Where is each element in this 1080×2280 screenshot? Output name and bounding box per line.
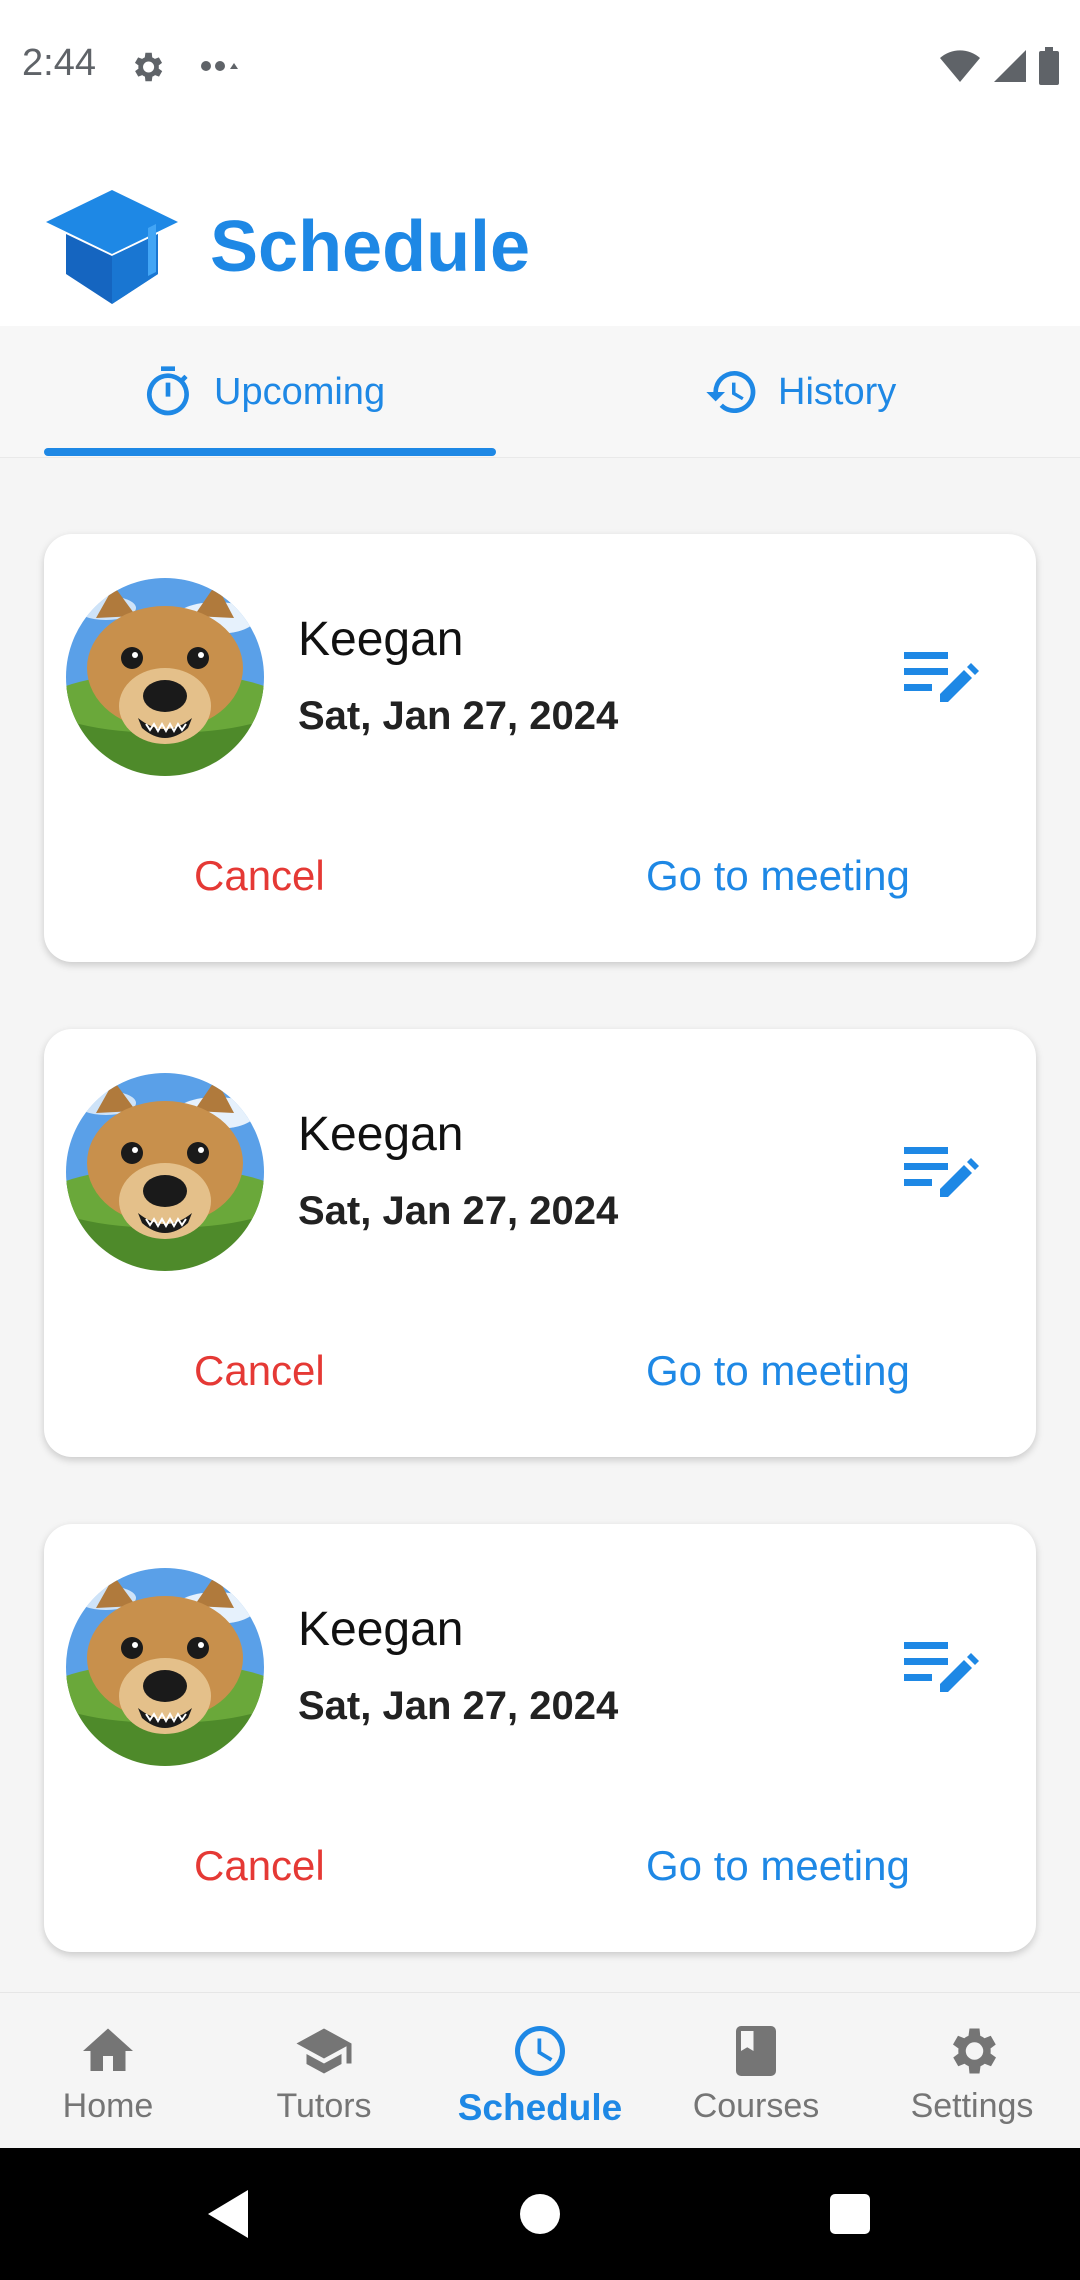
- nav-courses[interactable]: Courses: [648, 1993, 864, 2149]
- nav-settings[interactable]: Settings: [864, 1993, 1080, 2149]
- status-bar: 2:44: [0, 0, 1080, 136]
- tab-history-label: History: [778, 370, 897, 413]
- cancel-button[interactable]: Cancel: [194, 1842, 325, 1890]
- battery-icon: [1039, 47, 1059, 85]
- home-icon: [83, 2028, 133, 2071]
- bottom-nav: Home Tutors Schedule Courses Settings: [0, 1992, 1080, 2148]
- home-button-icon[interactable]: [520, 2194, 560, 2234]
- go-to-meeting-button[interactable]: Go to meeting: [646, 852, 910, 900]
- notification-dots-icon: [201, 61, 238, 71]
- nav-home[interactable]: Home: [0, 1993, 216, 2149]
- go-to-meeting-button[interactable]: Go to meeting: [646, 1347, 910, 1395]
- settings-status-icon: [134, 52, 163, 82]
- session-card: Keegan Sat, Jan 27, 2024 Cancel Go to me…: [44, 1524, 1036, 1952]
- avatar: [66, 1568, 264, 1766]
- session-date: Sat, Jan 27, 2024: [298, 694, 619, 738]
- nav-courses-label: Courses: [692, 2087, 820, 2125]
- nav-home-label: Home: [62, 2087, 154, 2125]
- session-card: Keegan Sat, Jan 27, 2024 Cancel Go to me…: [44, 1029, 1036, 1457]
- history-icon: [706, 370, 756, 413]
- status-time: 2:44: [22, 42, 96, 84]
- nav-tutors[interactable]: Tutors: [216, 1993, 432, 2149]
- page-title: Schedule: [210, 207, 531, 287]
- edit-note-icon[interactable]: [904, 1636, 980, 1700]
- session-card: Keegan Sat, Jan 27, 2024 Cancel Go to me…: [44, 534, 1036, 962]
- tutor-name: Keegan: [298, 1603, 464, 1656]
- nav-schedule[interactable]: Schedule: [432, 1993, 648, 2149]
- go-to-meeting-button[interactable]: Go to meeting: [646, 1842, 910, 1890]
- tab-history[interactable]: History: [704, 326, 896, 458]
- signal-icon: [994, 50, 1026, 82]
- app-header: Schedule: [0, 136, 1080, 326]
- school-icon: [296, 2028, 352, 2074]
- cancel-button[interactable]: Cancel: [194, 852, 325, 900]
- system-nav-bar: [0, 2148, 1080, 2280]
- back-icon[interactable]: [204, 2188, 252, 2240]
- edit-note-icon[interactable]: [904, 1141, 980, 1205]
- edit-note-icon[interactable]: [904, 646, 980, 710]
- nav-schedule-label: Schedule: [457, 2087, 623, 2128]
- timer-icon: [146, 366, 189, 416]
- nav-tutors-label: Tutors: [276, 2087, 372, 2125]
- avatar: [66, 578, 264, 776]
- avatar: [66, 1073, 264, 1271]
- wifi-icon: [940, 50, 980, 82]
- tab-upcoming[interactable]: Upcoming: [140, 326, 385, 458]
- nav-settings-label: Settings: [910, 2087, 1034, 2125]
- clock-icon: [515, 2026, 565, 2076]
- session-date: Sat, Jan 27, 2024: [298, 1684, 619, 1728]
- tutor-name: Keegan: [298, 613, 464, 666]
- cancel-button[interactable]: Cancel: [194, 1347, 325, 1395]
- book-icon: [736, 2026, 776, 2076]
- tab-indicator: [44, 448, 496, 456]
- gear-icon: [953, 2028, 996, 2074]
- session-date: Sat, Jan 27, 2024: [298, 1189, 619, 1233]
- recent-apps-icon[interactable]: [830, 2194, 870, 2234]
- tab-upcoming-label: Upcoming: [214, 370, 386, 413]
- status-indicators: [938, 46, 1060, 86]
- graduation-cap-icon: [46, 190, 178, 304]
- tab-bar: Upcoming History: [0, 326, 1080, 458]
- tutor-name: Keegan: [298, 1108, 464, 1161]
